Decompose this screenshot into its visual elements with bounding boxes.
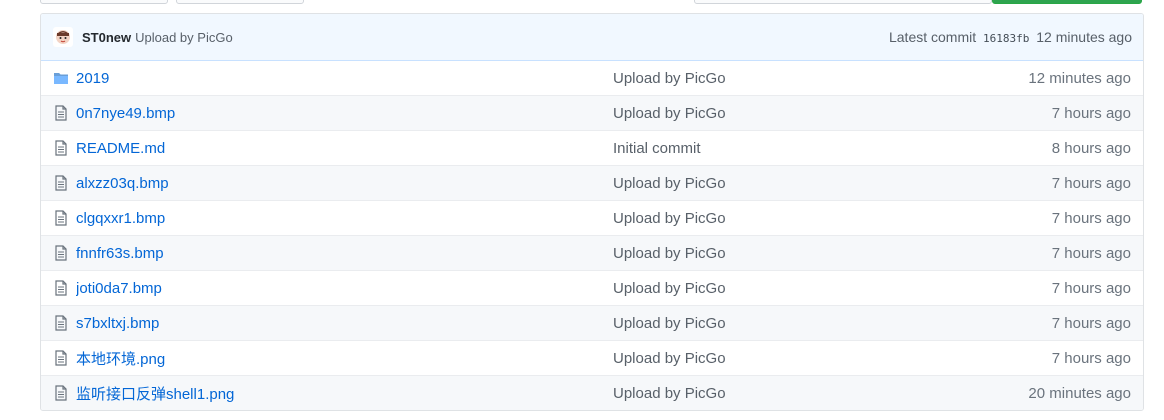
file-row[interactable]: fnnfr63s.bmp Upload by PicGo 7 hours ago bbox=[41, 235, 1143, 270]
file-icon bbox=[53, 280, 69, 296]
file-row[interactable]: joti0da7.bmp Upload by PicGo 7 hours ago bbox=[41, 270, 1143, 305]
toolbar-button-stub[interactable] bbox=[40, 0, 168, 4]
file-icon bbox=[53, 105, 69, 121]
file-commit-message[interactable]: Upload by PicGo bbox=[613, 315, 943, 332]
file-age: 7 hours ago bbox=[1051, 314, 1131, 332]
file-commit-message[interactable]: Upload by PicGo bbox=[613, 350, 943, 367]
file-icon bbox=[53, 385, 69, 401]
file-name-link[interactable]: 监听接口反弹shell1.png bbox=[76, 383, 613, 404]
file-row[interactable]: clgqxxr1.bmp Upload by PicGo 7 hours ago bbox=[41, 200, 1143, 235]
file-name-link[interactable]: 本地环境.png bbox=[76, 348, 613, 369]
file-commit-message[interactable]: Initial commit bbox=[613, 140, 943, 157]
file-row[interactable]: 2019 Upload by PicGo 12 minutes ago bbox=[41, 61, 1143, 95]
file-icon bbox=[53, 350, 69, 366]
file-age: 7 hours ago bbox=[1051, 209, 1131, 227]
file-age: 7 hours ago bbox=[1051, 349, 1131, 367]
file-icon bbox=[53, 210, 69, 226]
author-avatar[interactable] bbox=[53, 27, 73, 47]
file-name-link[interactable]: README.md bbox=[76, 140, 613, 157]
file-commit-message[interactable]: Upload by PicGo bbox=[613, 280, 943, 297]
latest-commit-label: Latest commit bbox=[888, 29, 977, 45]
file-name-link[interactable]: 2019 bbox=[76, 70, 613, 87]
clone-button-stub[interactable] bbox=[992, 0, 1142, 4]
top-toolbar-remnants bbox=[0, 0, 1164, 4]
toolbar-button-stub[interactable] bbox=[176, 0, 304, 4]
file-icon bbox=[53, 140, 69, 156]
file-age: 8 hours ago bbox=[1051, 139, 1131, 157]
file-commit-message[interactable]: Upload by PicGo bbox=[613, 175, 943, 192]
toolbar-button-stub[interactable] bbox=[694, 0, 992, 4]
commit-age: 12 minutes ago bbox=[1036, 29, 1132, 45]
file-commit-message[interactable]: Upload by PicGo bbox=[613, 210, 943, 227]
file-row[interactable]: alxzz03q.bmp Upload by PicGo 7 hours ago bbox=[41, 165, 1143, 200]
file-name-link[interactable]: s7bxltxj.bmp bbox=[76, 315, 613, 332]
file-row[interactable]: 本地环境.png Upload by PicGo 7 hours ago bbox=[41, 340, 1143, 375]
file-row[interactable]: 监听接口反弹shell1.png Upload by PicGo 20 minute… bbox=[41, 375, 1143, 410]
latest-commit-bar: ST0new Upload by PicGo Latest commit 161… bbox=[41, 14, 1143, 61]
file-commit-message[interactable]: Upload by PicGo bbox=[613, 245, 943, 262]
commit-author[interactable]: ST0new bbox=[82, 30, 131, 45]
file-icon bbox=[53, 175, 69, 191]
file-commit-message[interactable]: Upload by PicGo bbox=[613, 105, 943, 122]
file-name-link[interactable]: joti0da7.bmp bbox=[76, 280, 613, 297]
file-age: 12 minutes ago bbox=[1028, 69, 1131, 87]
file-age: 7 hours ago bbox=[1051, 279, 1131, 297]
file-name-link[interactable]: fnnfr63s.bmp bbox=[76, 245, 613, 262]
commit-meta: Latest commit 16183fb 12 minutes ago bbox=[889, 29, 1132, 45]
file-browser: ST0new Upload by PicGo Latest commit 161… bbox=[40, 13, 1144, 411]
file-age: 7 hours ago bbox=[1051, 174, 1131, 192]
file-age: 20 minutes ago bbox=[1028, 384, 1131, 402]
file-name-link[interactable]: clgqxxr1.bmp bbox=[76, 210, 613, 227]
file-icon bbox=[53, 245, 69, 261]
file-icon bbox=[53, 315, 69, 331]
file-row[interactable]: 0n7nye49.bmp Upload by PicGo 7 hours ago bbox=[41, 95, 1143, 130]
file-list: 2019 Upload by PicGo 12 minutes ago 0n7nye4… bbox=[41, 61, 1143, 410]
folder-icon bbox=[53, 70, 69, 86]
file-name-link[interactable]: alxzz03q.bmp bbox=[76, 175, 613, 192]
avatar-face-icon bbox=[56, 30, 70, 44]
file-age: 7 hours ago bbox=[1051, 244, 1131, 262]
file-name-link[interactable]: 0n7nye49.bmp bbox=[76, 105, 613, 122]
commit-sha[interactable]: 16183fb bbox=[983, 32, 1029, 45]
file-age: 7 hours ago bbox=[1051, 104, 1131, 122]
file-commit-message[interactable]: Upload by PicGo bbox=[613, 385, 943, 402]
file-row[interactable]: s7bxltxj.bmp Upload by PicGo 7 hours ago bbox=[41, 305, 1143, 340]
file-commit-message[interactable]: Upload by PicGo bbox=[613, 70, 943, 87]
file-row[interactable]: README.md Initial commit 8 hours ago bbox=[41, 130, 1143, 165]
commit-message[interactable]: Upload by PicGo bbox=[135, 30, 233, 45]
